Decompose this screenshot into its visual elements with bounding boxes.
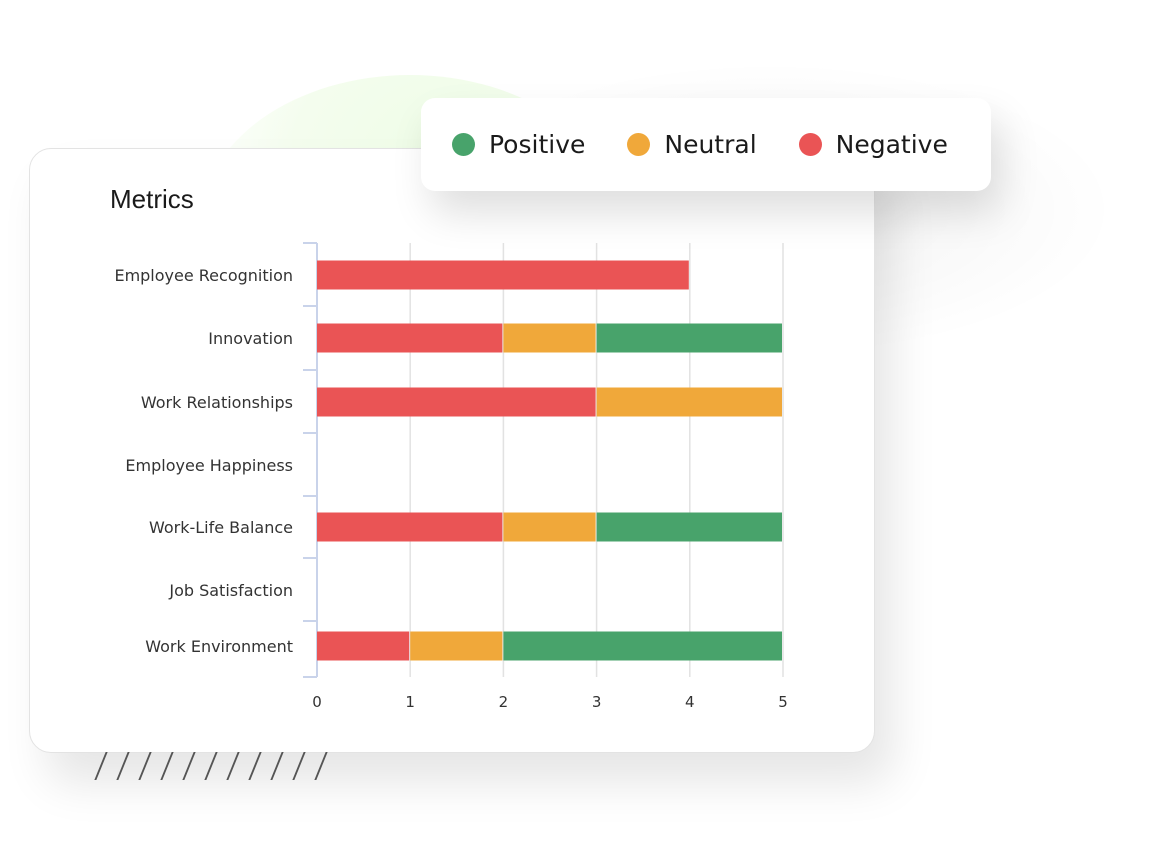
category-label: Job Satisfaction: [168, 581, 293, 600]
bar-positive: [596, 512, 782, 542]
grid-lines: [409, 243, 784, 677]
category-label: Work-Life Balance: [149, 518, 293, 537]
category-label: Work Environment: [145, 637, 293, 656]
bar-negative: [317, 260, 689, 290]
bar-negative: [317, 323, 503, 353]
category-label: Innovation: [208, 329, 293, 348]
legend-label: Negative: [835, 130, 948, 159]
x-tick-label: 1: [405, 693, 415, 711]
bars: [317, 260, 782, 661]
bar-neutral: [503, 512, 596, 542]
category-label: Employee Happiness: [125, 456, 293, 475]
y-axis: [303, 242, 318, 678]
x-tick-label: 0: [312, 693, 322, 711]
positive-dot-icon: [452, 133, 475, 156]
x-tick-label: 2: [499, 693, 509, 711]
x-tick-label: 5: [778, 693, 788, 711]
x-tick-label: 4: [685, 693, 695, 711]
legend-item-negative[interactable]: Negative: [798, 130, 948, 159]
legend-label: Positive: [489, 130, 586, 159]
bar-neutral: [503, 323, 596, 353]
negative-dot-icon: [798, 133, 822, 156]
legend: Positive Neutral Negative: [421, 98, 991, 191]
bar-neutral: [410, 631, 503, 661]
neutral-dot-icon: [627, 133, 651, 156]
bar-negative: [317, 631, 410, 661]
x-tick-label: 3: [592, 693, 602, 711]
legend-item-neutral[interactable]: Neutral: [627, 130, 757, 159]
legend-label: Neutral: [664, 130, 757, 159]
decorative-hatch: [94, 752, 342, 780]
legend-item-positive[interactable]: Positive: [452, 130, 585, 159]
bar-positive: [503, 631, 782, 661]
category-label: Work Relationships: [141, 393, 293, 412]
bar-positive: [596, 323, 782, 353]
category-labels: Employee Recognition Innovation Work Relat…: [114, 266, 293, 656]
bar-negative: [317, 387, 596, 417]
bar-negative: [317, 512, 503, 542]
x-tick-labels: 0 1 2 3 4 5: [312, 693, 788, 711]
bar-neutral: [596, 387, 782, 417]
category-label: Employee Recognition: [114, 266, 293, 285]
